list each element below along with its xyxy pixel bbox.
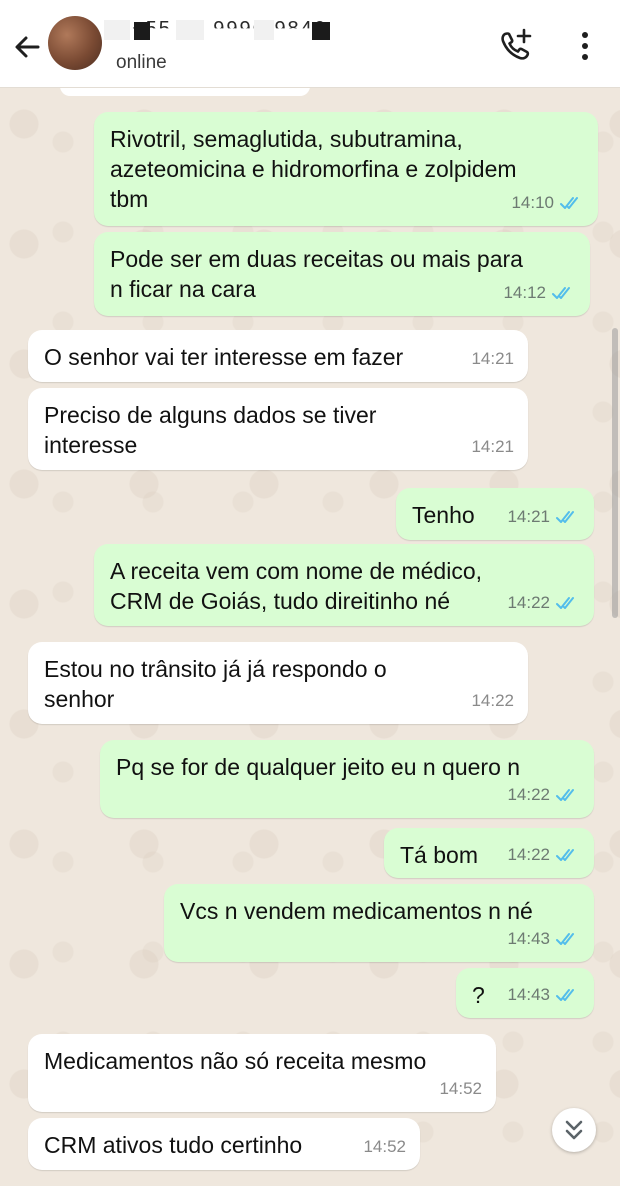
add-call-icon bbox=[501, 28, 532, 60]
message-time: 14:21 bbox=[507, 507, 550, 526]
message-meta: 14:22 bbox=[507, 840, 580, 870]
contact-status: online bbox=[116, 52, 167, 73]
chat-header: +55 62 9996-9846 online bbox=[0, 0, 620, 88]
message-time: 14:43 bbox=[507, 929, 550, 948]
contact-name-text: +55 62 9996-9846 bbox=[132, 18, 327, 40]
message-meta: 14:22 bbox=[471, 686, 514, 716]
message-text-line: CRM ativos tudo certinho bbox=[44, 1132, 303, 1158]
message-outgoing[interactable]: Tá bom 14:22 bbox=[384, 828, 594, 878]
message-time: 14:22 bbox=[507, 845, 550, 864]
previous-message-edge bbox=[60, 88, 310, 96]
message-time: 14:52 bbox=[363, 1137, 406, 1156]
double-check-icon bbox=[556, 789, 574, 801]
double-check-icon bbox=[556, 511, 574, 523]
message-text-line: Rivotril, semaglutida, subutramina, bbox=[110, 126, 463, 152]
message-meta: 14:52 bbox=[363, 1132, 406, 1162]
message-meta: 14:43 bbox=[507, 980, 580, 1010]
double-check-icon bbox=[556, 849, 574, 861]
double-check-icon bbox=[556, 933, 574, 945]
message-meta: 14:12 bbox=[503, 278, 576, 308]
message-text-line: Medicamentos não só receita mesmo bbox=[44, 1048, 427, 1074]
message-text-line: Pq se for de qualquer jeito eu n quero n bbox=[116, 754, 521, 780]
message-text-line: Vcs n vendem medicamentos n né bbox=[180, 898, 533, 924]
message-time: 14:52 bbox=[439, 1079, 482, 1098]
message-text-line: O senhor vai ter interesse em fazer bbox=[44, 344, 404, 370]
message-time: 14:21 bbox=[471, 349, 514, 368]
message-outgoing[interactable]: ? 14:43 bbox=[456, 968, 594, 1018]
message-incoming[interactable]: Preciso de alguns dados se tiver interes… bbox=[28, 388, 528, 470]
message-outgoing[interactable]: Pode ser em duas receitas ou mais para n… bbox=[94, 232, 590, 316]
message-time: 14:21 bbox=[471, 437, 514, 456]
message-meta: 14:21 bbox=[471, 344, 514, 374]
more-options-button[interactable] bbox=[570, 28, 600, 64]
message-incoming[interactable]: Estou no trânsito já já respondo o senho… bbox=[28, 642, 528, 724]
message-meta: 14:21 bbox=[507, 502, 580, 532]
more-vert-icon bbox=[582, 32, 588, 60]
message-outgoing[interactable]: Rivotril, semaglutida, subutramina, azet… bbox=[94, 112, 598, 226]
message-text-line: Preciso de alguns dados se tiver bbox=[44, 402, 377, 428]
message-time: 14:12 bbox=[503, 283, 546, 302]
double-check-icon bbox=[556, 989, 574, 1001]
message-meta: 14:21 bbox=[471, 432, 514, 462]
message-meta: 14:22 bbox=[507, 780, 580, 810]
message-incoming[interactable]: CRM ativos tudo certinho 14:52 bbox=[28, 1118, 420, 1170]
message-text-line: azeteomicina e hidromorfina e zolpidem bbox=[110, 156, 517, 182]
message-meta: 14:10 bbox=[511, 188, 584, 218]
message-text-line: senhor bbox=[44, 686, 115, 712]
message-time: 14:22 bbox=[471, 691, 514, 710]
arrow-left-icon bbox=[15, 36, 40, 58]
message-incoming[interactable]: Medicamentos não só receita mesmo 14:52 bbox=[28, 1034, 496, 1112]
message-time: 14:22 bbox=[507, 785, 550, 804]
message-outgoing[interactable]: Tenho 14:21 bbox=[396, 488, 594, 540]
message-meta: 14:43 bbox=[507, 924, 580, 954]
back-button[interactable] bbox=[10, 30, 44, 64]
message-time: 14:10 bbox=[511, 193, 554, 212]
message-incoming[interactable]: O senhor vai ter interesse em fazer 14:2… bbox=[28, 330, 528, 382]
scroll-to-bottom-button[interactable] bbox=[552, 1108, 596, 1152]
message-outgoing[interactable]: Vcs n vendem medicamentos n né 14:43 bbox=[164, 884, 594, 962]
message-meta: 14:22 bbox=[507, 588, 580, 618]
message-outgoing[interactable]: A receita vem com nome de médico, CRM de… bbox=[94, 544, 594, 626]
double-check-icon bbox=[552, 287, 570, 299]
message-text-line: Pode ser em duas receitas ou mais para bbox=[110, 246, 523, 272]
chevron-double-down-icon bbox=[565, 1120, 583, 1140]
double-check-icon bbox=[556, 597, 574, 609]
message-list[interactable]: Rivotril, semaglutida, subutramina, azet… bbox=[0, 88, 620, 1186]
message-text-line: interesse bbox=[44, 432, 138, 458]
contact-avatar[interactable] bbox=[48, 16, 102, 70]
contact-name[interactable]: +55 62 9996-9846 bbox=[104, 18, 344, 44]
message-outgoing[interactable]: Pq se for de qualquer jeito eu n quero n… bbox=[100, 740, 594, 818]
message-text-line: Estou no trânsito já já respondo o bbox=[44, 656, 387, 682]
message-meta: 14:52 bbox=[439, 1074, 482, 1104]
scrollbar-thumb[interactable] bbox=[612, 328, 618, 618]
double-check-icon bbox=[560, 197, 578, 209]
add-call-button[interactable] bbox=[496, 26, 536, 66]
message-text-line: A receita vem com nome de médico, bbox=[110, 558, 482, 584]
message-time: 14:22 bbox=[507, 593, 550, 612]
message-time: 14:43 bbox=[507, 985, 550, 1004]
